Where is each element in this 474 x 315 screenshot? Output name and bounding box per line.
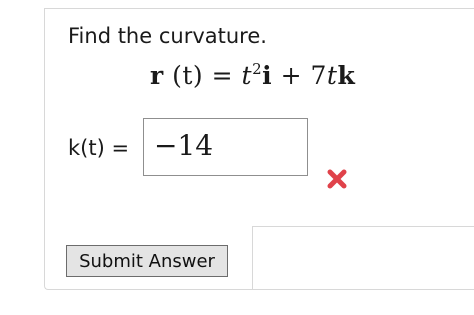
answer-label: k(t) =: [68, 136, 130, 160]
unit-vector-i: i: [262, 61, 273, 90]
vector-r: r: [150, 61, 164, 90]
coefficient: 7: [310, 61, 327, 90]
function-argument: (t): [172, 61, 204, 90]
submit-answer-button[interactable]: Submit Answer: [66, 245, 228, 277]
incorrect-x-icon: [327, 169, 347, 189]
unit-vector-k: k: [337, 61, 356, 90]
plus-sign: +: [280, 61, 303, 90]
variable-t: t: [241, 61, 253, 90]
question-card-notch: [252, 226, 474, 290]
equals-sign: =: [211, 61, 234, 90]
answer-input[interactable]: −14: [143, 118, 308, 176]
exponent: 2: [252, 60, 263, 78]
variable-t: t: [326, 61, 338, 90]
vector-function-equation: r (t) = t2i + 7tk: [150, 60, 355, 90]
question-prompt: Find the curvature.: [68, 24, 267, 48]
